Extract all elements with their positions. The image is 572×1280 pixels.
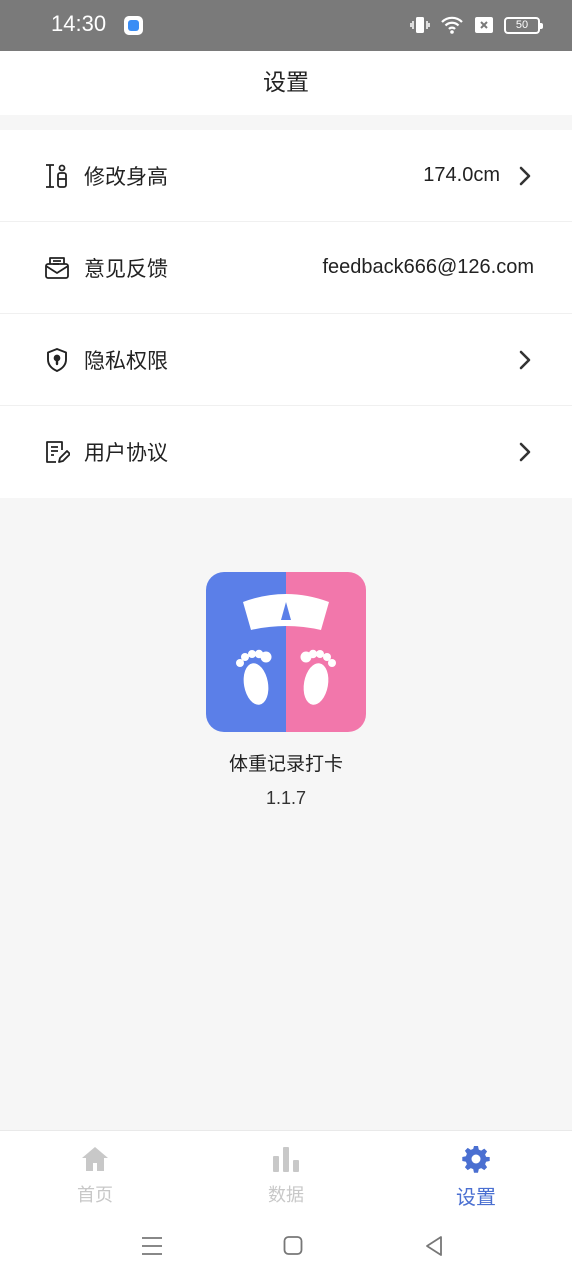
menu-icon[interactable] (141, 1231, 163, 1261)
wifi-icon (441, 16, 463, 34)
bar-chart-icon (226, 1141, 346, 1177)
tab-home[interactable]: 首页 (35, 1141, 155, 1207)
home-icon (35, 1141, 155, 1177)
app-notification-icon (124, 16, 143, 35)
system-navigation-bar (0, 1231, 572, 1261)
tab-data[interactable]: 数据 (226, 1141, 346, 1207)
settings-item-label: 修改身高 (84, 164, 168, 189)
vibrate-icon (410, 17, 430, 33)
gear-icon (416, 1141, 536, 1177)
app-info: 体重记录打卡 1.1.7 (0, 572, 572, 809)
bottom-tab-bar: 首页 数据 设置 (0, 1130, 572, 1280)
app-logo (206, 572, 366, 732)
settings-item-label: 用户协议 (84, 441, 168, 465)
shield-icon (44, 347, 70, 373)
feedback-email: feedback666@126.com (322, 256, 534, 278)
settings-item-privacy[interactable]: 隐私权限 (0, 314, 572, 406)
tab-label: 设置 (456, 1185, 496, 1209)
settings-item-label: 隐私权限 (84, 348, 168, 373)
tab-settings[interactable]: 设置 (416, 1141, 536, 1210)
nav-header: 设置 (0, 51, 572, 115)
settings-item-height[interactable]: 修改身高 174.0cm (0, 130, 572, 222)
settings-list: 修改身高 174.0cm 意见反馈 feedback666@126.com 隐私… (0, 130, 572, 498)
app-name: 体重记录打卡 (228, 753, 343, 775)
chevron-right-icon (516, 164, 534, 188)
chevron-right-icon (516, 348, 534, 372)
settings-item-feedback[interactable]: 意见反馈 feedback666@126.com (0, 222, 572, 314)
document-edit-icon (44, 439, 70, 465)
status-bar: 14:30 50 (0, 0, 572, 51)
status-icons: 50 (410, 14, 543, 36)
settings-item-agreement[interactable]: 用户协议 (0, 406, 572, 498)
height-icon (44, 163, 70, 189)
battery-icon: 50 (504, 16, 543, 34)
back-triangle-icon[interactable] (424, 1231, 444, 1261)
page-title: 设置 (263, 70, 309, 96)
tab-label: 首页 (77, 1185, 113, 1206)
tab-label: 数据 (268, 1185, 304, 1206)
status-time: 14:30 (51, 11, 107, 36)
app-version: 1.1.7 (265, 788, 307, 808)
chevron-right-icon (516, 440, 534, 464)
mail-icon (44, 255, 70, 281)
home-square-icon[interactable] (283, 1231, 303, 1261)
sim-x-icon (475, 17, 493, 33)
height-value: 174.0cm (423, 164, 500, 186)
settings-item-label: 意见反馈 (84, 256, 168, 281)
